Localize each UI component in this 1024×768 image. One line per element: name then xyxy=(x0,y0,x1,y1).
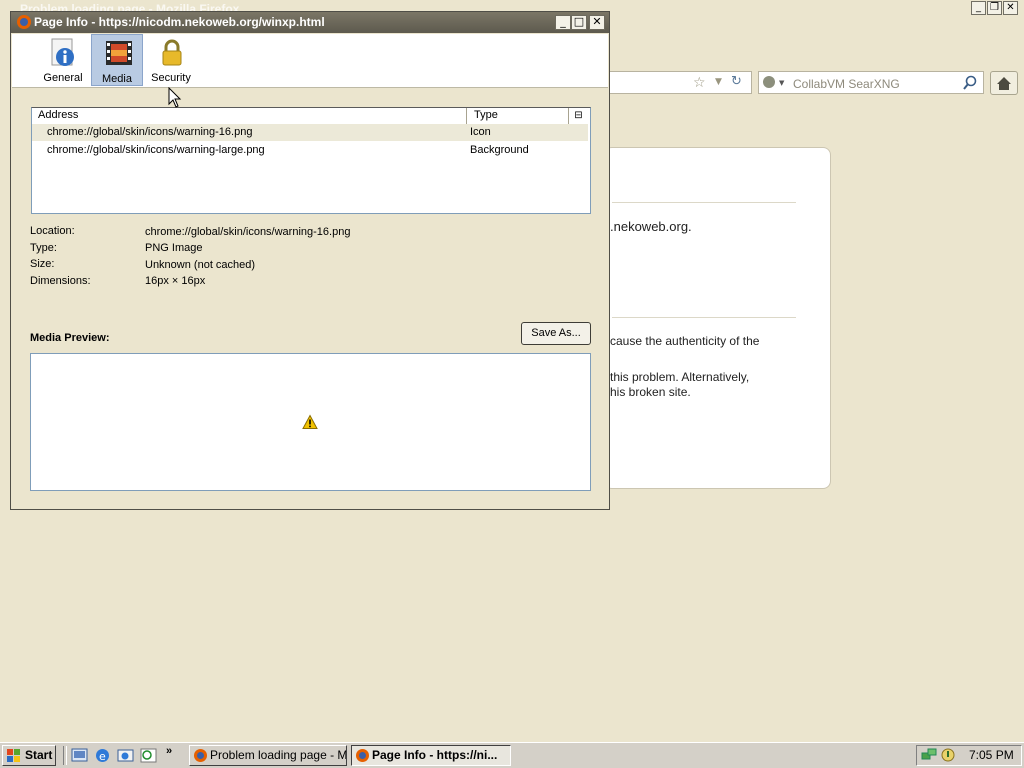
film-icon xyxy=(106,41,132,65)
list-row[interactable]: chrome://global/skin/icons/warning-large… xyxy=(32,142,588,159)
save-as-button[interactable]: Save As... xyxy=(521,322,591,345)
warning-icon xyxy=(302,414,318,429)
list-row[interactable]: chrome://global/skin/icons/warning-16.pn… xyxy=(32,124,588,141)
column-separator[interactable] xyxy=(466,108,467,124)
taskbar-separator xyxy=(63,746,67,765)
minimize-icon[interactable]: _ xyxy=(555,15,571,30)
tab-label: General xyxy=(43,72,83,84)
type-label: Type: xyxy=(30,242,57,254)
quick-launch-more-icon[interactable]: » xyxy=(166,745,172,757)
start-label: Start xyxy=(25,748,53,762)
search-input[interactable]: CollabVM SearXNG xyxy=(793,77,900,91)
type-value: PNG Image xyxy=(145,242,203,254)
security-center-icon[interactable] xyxy=(940,747,957,764)
size-label: Size: xyxy=(30,258,55,270)
dimensions-label: Dimensions: xyxy=(30,275,91,287)
taskbar-button-label: Problem loading page - Mo... xyxy=(210,748,347,762)
taskbar-button-label: Page Info - https://ni... xyxy=(372,748,498,762)
dialog-title: Page Info - https://nicodm.nekoweb.org/w… xyxy=(34,15,325,29)
dimensions-value: 16px × 16px xyxy=(145,275,206,287)
taskbar-button-firefox[interactable]: Problem loading page - Mo... xyxy=(189,745,347,766)
maximize-icon[interactable]: □ xyxy=(571,15,587,30)
firefox-icon xyxy=(356,749,369,762)
type-cell: Icon xyxy=(470,126,491,138)
firefox-icon xyxy=(17,15,31,29)
mouse-cursor-icon xyxy=(168,87,182,108)
dropdown-arrow-icon[interactable]: ▼ xyxy=(715,77,722,87)
close-icon[interactable]: ✕ xyxy=(1003,1,1018,15)
tab-label: Security xyxy=(151,72,191,84)
error-text: cause the authenticity of the xyxy=(610,334,760,348)
location-label: Location: xyxy=(30,225,75,237)
tab-media[interactable]: Media xyxy=(91,34,143,86)
address-cell: chrome://global/skin/icons/warning-16.pn… xyxy=(47,126,253,138)
padlock-icon xyxy=(162,39,182,66)
internet-explorer-icon[interactable]: e xyxy=(94,747,111,764)
search-engine-icon[interactable] xyxy=(763,76,775,88)
type-cell: Background xyxy=(470,144,529,156)
chevron-down-icon[interactable]: ▼ xyxy=(779,79,784,87)
home-button[interactable] xyxy=(990,71,1018,95)
error-text: this problem. Alternatively, xyxy=(610,370,750,384)
error-page-panel xyxy=(604,147,831,489)
restore-icon[interactable]: ❐ xyxy=(987,1,1002,15)
outlook-express-icon[interactable] xyxy=(117,747,134,764)
column-picker-icon[interactable]: ⊟ xyxy=(568,108,588,124)
home-icon xyxy=(997,77,1011,90)
media-preview-label: Media Preview: xyxy=(30,332,110,344)
column-header-address[interactable]: Address xyxy=(38,109,78,123)
network-icon[interactable] xyxy=(921,747,938,764)
tab-security[interactable]: Security xyxy=(145,34,197,86)
windows-media-player-icon[interactable] xyxy=(140,747,157,764)
error-text: .nekoweb.org. xyxy=(610,219,692,234)
start-button[interactable]: Start xyxy=(2,745,56,766)
taskbar-button-page-info[interactable]: Page Info - https://ni... xyxy=(351,745,511,766)
tab-general[interactable]: General xyxy=(37,34,89,86)
reload-icon[interactable]: ↻ xyxy=(731,74,742,89)
svg-text:e: e xyxy=(99,750,106,763)
size-value: Unknown (not cached) xyxy=(145,259,256,271)
firefox-icon xyxy=(194,749,207,762)
clock: 7:05 PM xyxy=(969,748,1014,762)
list-header xyxy=(32,108,588,125)
windows-logo-icon xyxy=(7,749,20,762)
divider xyxy=(612,202,796,203)
location-value: chrome://global/skin/icons/warning-16.pn… xyxy=(145,226,351,238)
show-desktop-icon[interactable] xyxy=(71,747,88,764)
search-icon[interactable] xyxy=(962,75,978,91)
column-header-type[interactable]: Type xyxy=(474,109,498,123)
tab-label: Media xyxy=(102,73,132,85)
info-icon xyxy=(51,38,74,66)
close-icon[interactable]: ✕ xyxy=(589,15,605,30)
minimize-icon[interactable]: _ xyxy=(971,1,986,15)
bookmark-star-icon[interactable]: ☆ xyxy=(693,75,706,91)
divider xyxy=(612,317,796,318)
error-text: his broken site. xyxy=(610,385,691,399)
address-cell: chrome://global/skin/icons/warning-large… xyxy=(47,144,265,156)
